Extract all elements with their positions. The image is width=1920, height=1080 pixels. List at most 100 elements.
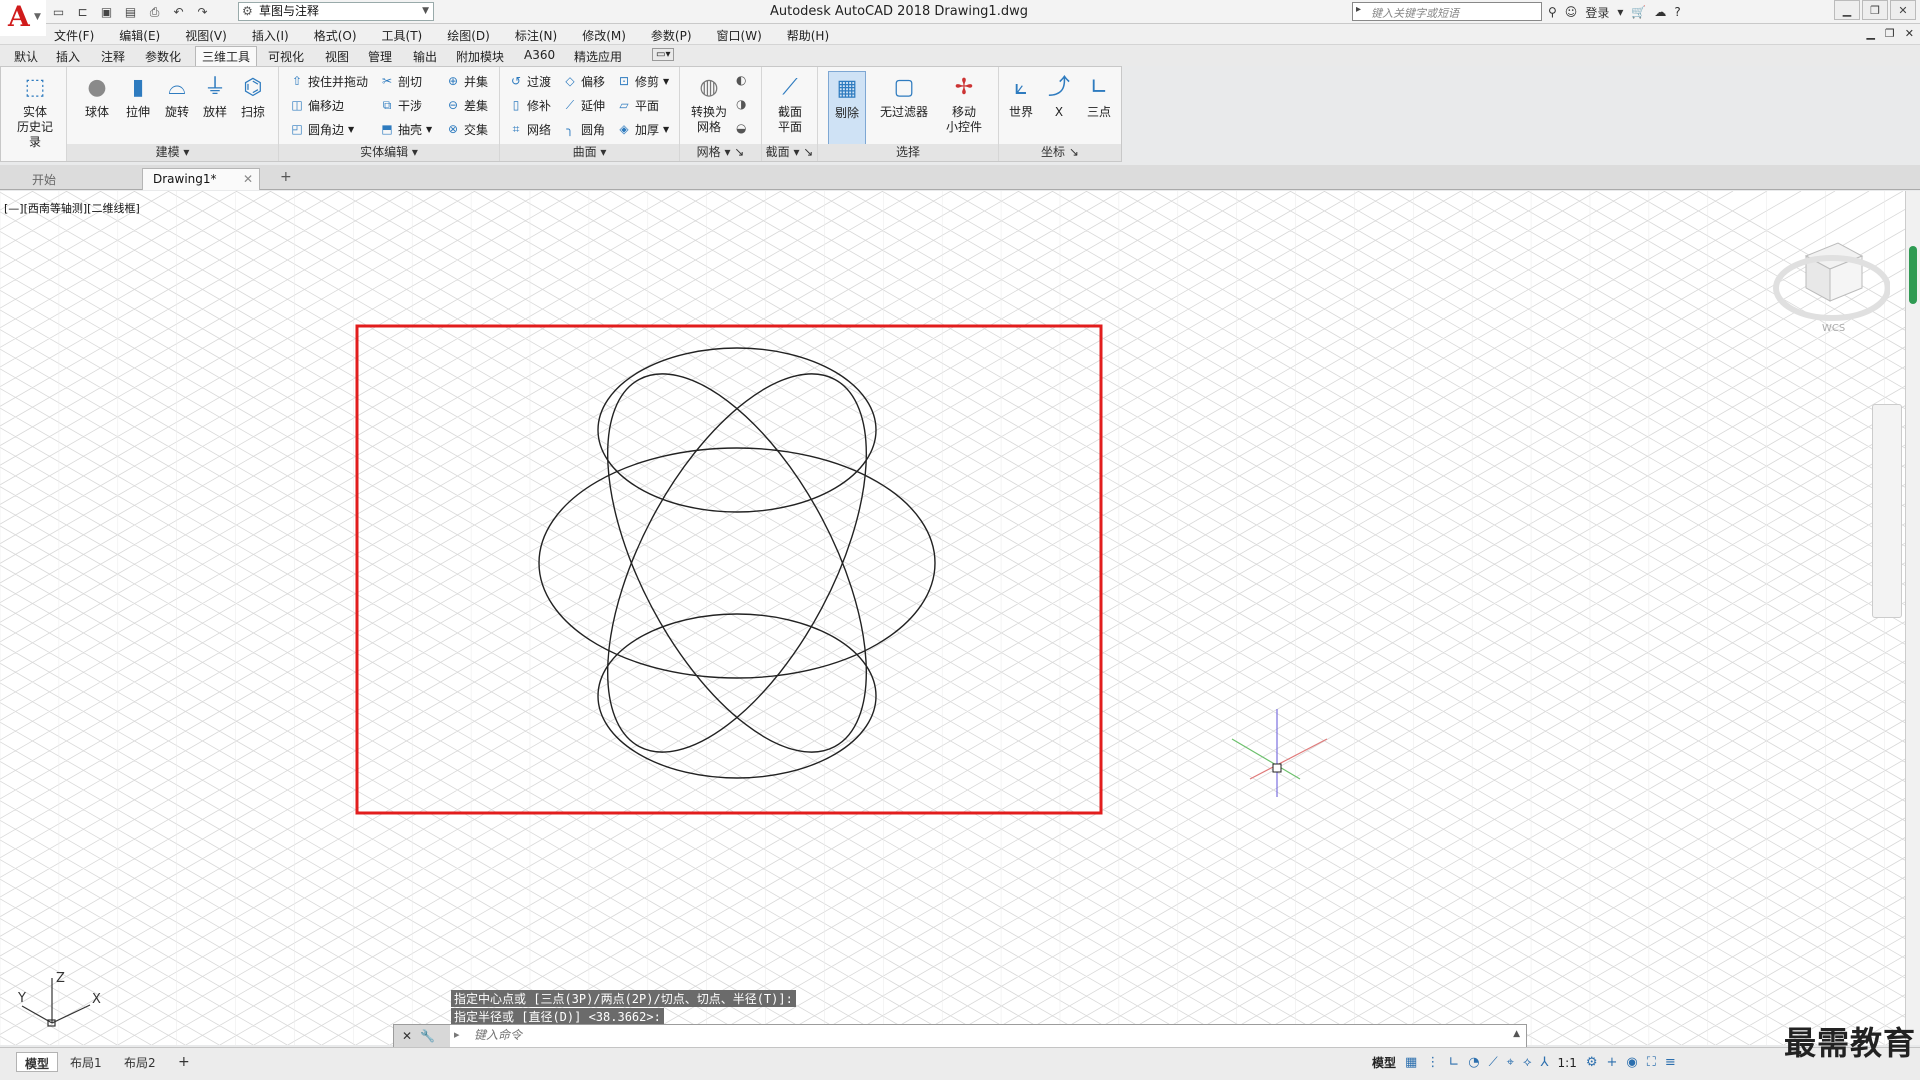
tab-layout1[interactable]: 布局1 bbox=[62, 1052, 110, 1072]
network-button[interactable]: ⌗ 网络 bbox=[508, 120, 551, 138]
plus-icon[interactable]: + bbox=[1607, 1055, 1618, 1070]
search-input[interactable]: ▸ 键入关键字或短语 bbox=[1352, 2, 1542, 21]
save-as-icon[interactable]: ▤ bbox=[122, 4, 139, 21]
open-folder-icon[interactable]: ⊏ bbox=[74, 4, 91, 21]
tab-model[interactable]: 模型 bbox=[16, 1052, 59, 1072]
application-menu-button[interactable]: A ▼ bbox=[0, 0, 46, 36]
ribbon-minimize-button[interactable]: ▭▾ bbox=[652, 48, 675, 61]
panel-title-coordinates[interactable]: 坐标 ↘ bbox=[999, 144, 1121, 161]
scroll-thumb[interactable] bbox=[1909, 246, 1917, 304]
object-snap-icon[interactable]: ⌖ bbox=[1507, 1055, 1514, 1070]
panel-title-mesh[interactable]: 网格 ▾ ↘ bbox=[680, 144, 761, 161]
tab-visualize[interactable]: 可视化 bbox=[268, 48, 304, 65]
loft-button[interactable]: ⏚ 放样 bbox=[195, 71, 235, 120]
menu-file[interactable]: 文件(F) bbox=[54, 27, 94, 44]
tab-default[interactable]: 默认 bbox=[14, 48, 38, 65]
undo-icon[interactable]: ↶ bbox=[170, 4, 187, 21]
chevron-up-icon[interactable]: ▲ bbox=[1513, 1029, 1520, 1039]
isodraft-icon[interactable]: ⟋ bbox=[1489, 1055, 1498, 1070]
navigation-bar[interactable] bbox=[1872, 404, 1902, 618]
model-space-button[interactable]: 模型 bbox=[1372, 1054, 1396, 1071]
panel-title-solid-editing[interactable]: 实体编辑 ▾ bbox=[279, 144, 499, 161]
extend-button[interactable]: ⟋ 延伸 bbox=[562, 96, 605, 114]
surface-fillet-button[interactable]: ╮ 圆角 bbox=[562, 120, 605, 138]
annotation-visibility-icon[interactable]: ⟡ bbox=[1523, 1055, 1532, 1070]
planar-button[interactable]: ▱ 平面 bbox=[616, 96, 659, 114]
shell-button[interactable]: ⬒ 抽壳 ▼ bbox=[379, 120, 432, 138]
menu-tools[interactable]: 工具(T) bbox=[382, 27, 423, 44]
command-prompt-icon[interactable]: ▸ bbox=[454, 1028, 460, 1041]
viewcube[interactable]: WCS bbox=[1760, 231, 1890, 371]
fillet-edge-button[interactable]: ◰ 圆角边 ▼ bbox=[289, 120, 354, 138]
menu-edit[interactable]: 编辑(E) bbox=[119, 27, 160, 44]
wcs-label[interactable]: WCS bbox=[1822, 323, 1845, 334]
menu-dimension[interactable]: 标注(N) bbox=[515, 27, 557, 44]
panel-title-modeling[interactable]: 建模 ▾ bbox=[67, 144, 278, 161]
patch-button[interactable]: ▯ 修补 bbox=[508, 96, 551, 114]
panel-title-surface[interactable]: 曲面 ▾ bbox=[500, 144, 679, 161]
thicken-button[interactable]: ◈ 加厚 ▼ bbox=[616, 120, 669, 138]
print-icon[interactable]: ⎙ bbox=[146, 4, 163, 21]
polar-icon[interactable]: ◔ bbox=[1468, 1055, 1479, 1070]
blend-button[interactable]: ↺ 过渡 bbox=[508, 72, 551, 90]
trim-button[interactable]: ⊡ 修剪 ▼ bbox=[616, 72, 669, 90]
annotation-scale-icon[interactable]: ⅄ bbox=[1541, 1055, 1549, 1070]
surface-offset-button[interactable]: ◇ 偏移 bbox=[562, 72, 605, 90]
slice-button[interactable]: ✂ 剖切 bbox=[379, 72, 422, 90]
revolve-button[interactable]: ⌓ 旋转 bbox=[157, 71, 197, 120]
gear-icon[interactable]: ⚙ bbox=[1586, 1055, 1598, 1070]
help-icon[interactable]: ? bbox=[1674, 5, 1680, 19]
tab-view[interactable]: 视图 bbox=[325, 48, 349, 65]
tab-featured-apps[interactable]: 精选应用 bbox=[574, 48, 622, 65]
new-tab-button[interactable]: + bbox=[274, 168, 298, 190]
section-plane-button[interactable]: ⟋ 截面 平面 bbox=[770, 71, 810, 135]
ortho-icon[interactable]: ∟ bbox=[1448, 1055, 1459, 1070]
menu-icon[interactable]: ≡ bbox=[1665, 1055, 1676, 1070]
tab-drawing1[interactable]: Drawing1* ✕ bbox=[142, 168, 260, 190]
presspull-button[interactable]: ⇧ 按住并拖动 bbox=[289, 72, 368, 90]
tab-addins[interactable]: 附加模块 bbox=[456, 48, 504, 65]
intersect-button[interactable]: ⊗ 交集 bbox=[445, 120, 488, 138]
menu-view[interactable]: 视图(V) bbox=[185, 27, 227, 44]
drawing-viewport[interactable]: Z Y X [—][西南等轴测][二维线框] WCS bbox=[0, 191, 1905, 1045]
scale-dropdown[interactable]: 1:1 bbox=[1558, 1056, 1577, 1070]
offset-edge-button[interactable]: ◫ 偏移边 bbox=[289, 96, 344, 114]
redo-icon[interactable]: ↷ bbox=[194, 4, 211, 21]
tab-manage[interactable]: 管理 bbox=[368, 48, 392, 65]
tab-output[interactable]: 输出 bbox=[413, 48, 437, 65]
close-icon[interactable]: ✕ bbox=[1890, 0, 1916, 20]
tab-start[interactable]: 开始 bbox=[22, 168, 66, 190]
mesh-smooth-icon[interactable]: ◐ bbox=[736, 73, 746, 87]
panel-title-section[interactable]: 截面 ▾ ↘ bbox=[762, 144, 817, 161]
union-button[interactable]: ⊕ 并集 bbox=[445, 72, 488, 90]
subtract-button[interactable]: ⊖ 差集 bbox=[445, 96, 488, 114]
command-line-grip[interactable]: ✕ 🔧 bbox=[394, 1025, 450, 1047]
wrench-icon[interactable]: 🔧 bbox=[420, 1029, 435, 1043]
menu-format[interactable]: 格式(O) bbox=[314, 27, 357, 44]
add-layout-button[interactable]: + bbox=[170, 1052, 198, 1072]
vertical-scrollbar[interactable] bbox=[1905, 191, 1920, 1045]
mesh-refine-icon[interactable]: ◑ bbox=[736, 97, 746, 111]
fullscreen-icon[interactable]: ⛶ bbox=[1647, 1055, 1656, 1070]
tab-layout2[interactable]: 布局2 bbox=[116, 1052, 164, 1072]
ucs-x-button[interactable]: ⤴ X bbox=[1039, 71, 1079, 120]
tab-a360[interactable]: A360 bbox=[524, 48, 555, 62]
solid-history-button[interactable]: ⬚ 实体 历史记录 bbox=[13, 71, 57, 150]
ucs-world-button[interactable]: ⟀ 世界 bbox=[1001, 71, 1041, 120]
culling-button[interactable]: ▦ 剔除 bbox=[828, 71, 866, 145]
menu-help[interactable]: 帮助(H) bbox=[787, 27, 829, 44]
save-icon[interactable]: ▣ bbox=[98, 4, 115, 21]
minimize-icon[interactable]: ▁ bbox=[1834, 0, 1860, 20]
snap-icon[interactable]: ⋮ bbox=[1426, 1055, 1439, 1070]
interfere-button[interactable]: ⧉ 干涉 bbox=[379, 96, 422, 114]
sphere-button[interactable]: ● 球体 bbox=[77, 71, 117, 120]
user-icon[interactable]: ☺ bbox=[1565, 5, 1578, 19]
a360-icon[interactable]: ☁ bbox=[1654, 5, 1666, 19]
tab-parametric[interactable]: 参数化 bbox=[145, 48, 181, 65]
ucs-3point-button[interactable]: ∟ 三点 bbox=[1079, 71, 1119, 120]
convert-to-mesh-button[interactable]: ◍ 转换为 网格 bbox=[686, 71, 732, 135]
menu-modify[interactable]: 修改(M) bbox=[582, 27, 626, 44]
new-file-icon[interactable]: ▭ bbox=[50, 4, 67, 21]
binoculars-icon[interactable]: ⚲ bbox=[1548, 5, 1557, 19]
viewport-controls-label[interactable]: [—][西南等轴测][二维线框] bbox=[4, 200, 140, 216]
